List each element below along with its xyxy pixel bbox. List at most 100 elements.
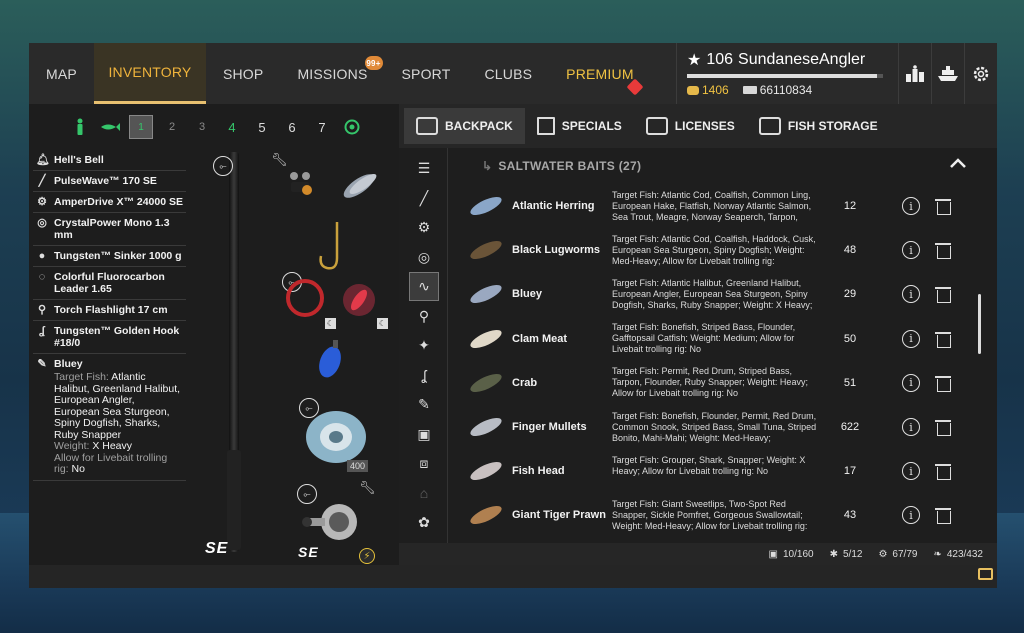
flashlight-image[interactable] (339, 280, 379, 320)
gear-item-bait[interactable]: ✎ Bluey Target Fish: Atlantic Halibut, G… (33, 354, 186, 481)
bait-name: Atlantic Herring (512, 200, 595, 213)
rod-slot-4[interactable]: 4 (221, 116, 243, 138)
bait-quantity: 51 (843, 376, 857, 389)
category-all-icon[interactable]: ☰ (409, 154, 439, 183)
settings-icon[interactable] (964, 43, 997, 104)
bait-name: Black Lugworms (512, 244, 601, 257)
xp-bar-fill (687, 74, 878, 78)
baits-small-icon: ❧ (933, 548, 942, 560)
nav-premium[interactable]: PREMIUM (549, 43, 651, 104)
gear-item-leader[interactable]: ◌ Colorful Fluorocarbon Leader 1.65 (33, 267, 186, 300)
bait-row[interactable]: Bluey Target Fish: Atlantic Halibut, Gree… (448, 272, 968, 316)
bait-thumbnail (466, 235, 506, 265)
list-scrollbar[interactable] (978, 294, 981, 354)
rod-slot-7[interactable]: 7 (311, 116, 333, 138)
player-panel[interactable]: ★ 106 SundaneseAngler 1406 66110834 (676, 43, 896, 104)
float-slot-icon[interactable]: ⟜ (213, 156, 233, 176)
gear-item-reel[interactable]: ⚙︎ AmperDrive X™ 24000 SE (33, 192, 186, 213)
bait-name: Fish Head (512, 465, 565, 478)
category-bags-icon[interactable]: ▣ (409, 420, 439, 449)
gear-item-float[interactable]: 🔔︎ Hell's Bell (33, 150, 186, 171)
leader-image[interactable] (281, 274, 329, 322)
gear-item-line[interactable]: ◎ CrystalPower Mono 1.3 mm (33, 213, 186, 246)
info-icon[interactable]: i (902, 241, 920, 260)
reel-wrench-icon[interactable]: 🔧︎ (359, 480, 376, 496)
hook-image[interactable] (317, 220, 347, 275)
wrench-icon[interactable]: 🔧︎ (271, 152, 288, 168)
tab-licenses[interactable]: LICENSES (634, 108, 747, 144)
trash-icon[interactable] (935, 463, 951, 481)
category-reels-icon[interactable]: ⚙︎ (409, 213, 439, 242)
ship-icon[interactable] (931, 43, 964, 104)
nav-map[interactable]: MAP (29, 43, 94, 104)
reel-image[interactable] (301, 498, 363, 546)
tab-specials[interactable]: SPECIALS (525, 108, 634, 144)
trash-icon[interactable] (935, 419, 951, 437)
category-tackle-icon[interactable]: ✦ (409, 331, 439, 360)
livebait-value: No (71, 463, 85, 475)
info-icon[interactable]: i (902, 418, 920, 437)
nav-sport[interactable]: SPORT (385, 43, 468, 104)
gear-item-sinker[interactable]: ● Tungsten™ Sinker 1000 g (33, 246, 186, 267)
info-icon[interactable]: i (902, 197, 920, 216)
category-rods-icon[interactable]: ╱ (409, 184, 439, 213)
rod-slot-3[interactable]: 3 (191, 116, 213, 138)
gear-item-label: Hell's Bell (54, 154, 104, 166)
trash-icon[interactable] (935, 375, 951, 392)
category-boxes-icon[interactable]: ⧈ (409, 449, 439, 478)
info-icon[interactable]: i (902, 285, 920, 304)
category-lines-icon[interactable]: ◎ (409, 243, 439, 272)
trash-icon[interactable] (935, 507, 951, 525)
bait-row[interactable]: Giant Tiger Prawn Target Fish: Giant Swee… (448, 493, 968, 537)
info-icon[interactable]: i (902, 329, 920, 348)
bait-row[interactable]: Clam Meat Target Fish: Bonefish, Striped … (448, 317, 968, 361)
bait-row[interactable]: Fish Head Target Fish: Grouper, Shark, Sn… (448, 449, 968, 493)
info-icon[interactable]: i (902, 506, 920, 525)
rod-slot-1[interactable]: 1 (129, 115, 153, 139)
bait-row[interactable]: Atlantic Herring Target Fish: Atlantic Co… (448, 184, 968, 228)
info-icon[interactable]: i (902, 373, 920, 392)
angler-slot-icon[interactable] (69, 116, 91, 138)
gear-item-rod[interactable]: ╱ PulseWave™ 170 SE (33, 171, 186, 192)
category-lures-icon[interactable]: ⚲ (409, 302, 439, 331)
bell-image[interactable] (287, 168, 313, 198)
rod-slot-2[interactable]: 2 (161, 116, 183, 138)
backpack-small-icon: ▣ (768, 548, 778, 560)
leaderboard-icon[interactable] (898, 43, 931, 104)
rod-slot-6[interactable]: 6 (281, 116, 303, 138)
bait-image-herring[interactable] (339, 166, 381, 204)
category-header[interactable]: ↳ SALTWATER BAITS (27) (448, 148, 987, 184)
tab-fish-storage[interactable]: FISH STORAGE (747, 108, 890, 144)
reels-small-icon: ⚙︎ (878, 548, 888, 560)
gear-item-flashlight[interactable]: ⚲ Torch Flashlight 17 cm (33, 300, 186, 321)
nav-clubs[interactable]: CLUBS (467, 43, 549, 104)
fish-slot-icon[interactable] (99, 116, 121, 138)
sinker-image[interactable] (317, 338, 343, 380)
collapse-chevron-icon[interactable] (949, 156, 967, 174)
add-slot-icon[interactable] (341, 116, 363, 138)
gear-item-hook[interactable]: ʆ Tungsten™ Golden Hook #18/0 (33, 321, 186, 354)
category-leaders-icon[interactable]: ✎ (409, 390, 439, 419)
info-icon[interactable]: i (902, 462, 920, 481)
trash-icon[interactable] (935, 286, 951, 304)
bait-quantity: 29 (843, 288, 857, 301)
rod-slot-5[interactable]: 5 (251, 116, 273, 138)
category-boats-icon[interactable]: ⌂ (409, 479, 439, 508)
line-spool-image[interactable] (305, 406, 367, 468)
category-hooks-icon[interactable]: ʆ (409, 361, 439, 390)
nav-inventory[interactable]: INVENTORY (93, 43, 206, 104)
bait-row[interactable]: Finger Mullets Target Fish: Bonefish, Flo… (448, 405, 968, 449)
nav-shop[interactable]: SHOP (206, 43, 280, 104)
bait-row[interactable]: Crab Target Fish: Permit, Red Drum, Strip… (448, 361, 968, 405)
storage-icon (758, 117, 781, 135)
category-misc-icon[interactable]: ✿ (409, 508, 439, 537)
nav-missions[interactable]: MISSIONS 99+ (280, 43, 384, 104)
trash-icon[interactable] (935, 242, 951, 260)
chat-icon[interactable] (978, 568, 993, 580)
trash-icon[interactable] (935, 331, 951, 348)
category-baits-icon[interactable]: ∿ (409, 272, 439, 301)
tab-backpack[interactable]: BACKPACK (404, 108, 525, 144)
trash-icon[interactable] (935, 198, 951, 216)
reel-capacity: ⚙︎ 67/79 (878, 549, 917, 560)
bait-row[interactable]: Black Lugworms Target Fish: Atlantic Cod,… (448, 228, 968, 272)
